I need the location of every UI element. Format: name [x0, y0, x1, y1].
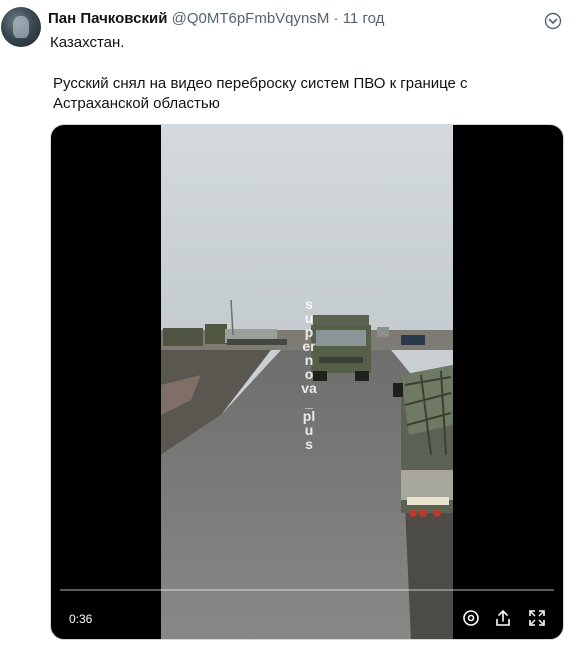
header-separator: ·	[333, 10, 339, 27]
video-frame[interactable]: supernova_plus	[161, 125, 453, 639]
video-watermark: supernova_plus	[301, 296, 317, 452]
video-player[interactable]: supernova_plus 0:36	[50, 124, 564, 640]
tweet-time[interactable]: 11 год	[343, 10, 385, 27]
avatar[interactable]	[1, 7, 41, 47]
chevron-down-icon[interactable]	[544, 12, 562, 30]
tweet-text: Казахстан. Русский снял на видео перебро…	[50, 33, 562, 114]
author-handle[interactable]: @Q0MT6pFmbVqynsM	[172, 10, 330, 27]
tweet-text-line1: Казахстан.	[50, 34, 125, 51]
video-timecode: 0:36	[69, 612, 93, 626]
gif-settings-icon[interactable]	[461, 608, 481, 628]
share-icon[interactable]	[493, 608, 513, 628]
video-progress-bar[interactable]	[60, 589, 554, 591]
fullscreen-icon[interactable]	[527, 608, 547, 628]
avatar-figure	[13, 16, 29, 38]
tweet-text-line2: Русский снял на видео переброску систем …	[53, 75, 468, 112]
tweet-header: Пан Пачковский @Q0MT6pFmbVqynsM · 11 год	[48, 9, 536, 31]
author-name[interactable]: Пан Пачковский	[48, 10, 167, 27]
